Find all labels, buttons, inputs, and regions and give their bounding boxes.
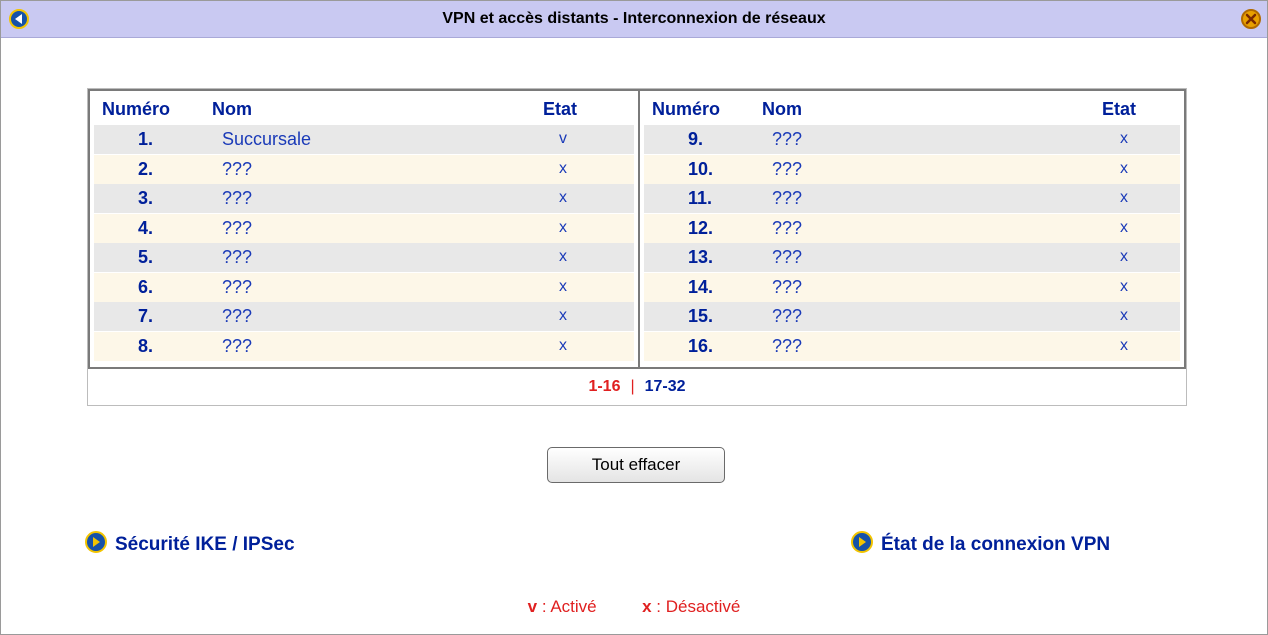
row-name[interactable]: ??? (772, 214, 802, 243)
legend: v : Activé x : Désactivé (1, 597, 1267, 617)
row-number: 4. (138, 217, 154, 238)
table-row[interactable]: 6.??? x (94, 272, 634, 302)
row-state: x (559, 189, 567, 206)
table-row[interactable]: 4.??? x (94, 213, 634, 243)
vpn-connections-panel: Numéro Nom Etat 1. Succursale v 2.??? x 3.???… (87, 88, 1187, 406)
column-header-name: Nom (212, 99, 252, 119)
row-name[interactable]: ??? (222, 273, 252, 302)
table-row[interactable]: 12.??? x (644, 213, 1180, 243)
page-separator: | (630, 378, 635, 395)
column-header-state: Etat (543, 99, 578, 119)
arrow-bullet-icon (851, 531, 873, 553)
legend-inactive-key: x (642, 597, 652, 616)
row-name[interactable]: ??? (222, 243, 252, 272)
row-name[interactable]: ??? (772, 332, 802, 361)
pagination: 1-16 | 17-32 (88, 369, 1186, 405)
table-row[interactable]: 9.??? x (644, 125, 1180, 154)
window-title: VPN et accès distants - Interconnexion d… (442, 10, 826, 27)
row-number: 16. (688, 335, 714, 356)
row-name[interactable]: ??? (222, 184, 252, 213)
row-state: x (1120, 248, 1128, 265)
row-name[interactable]: ??? (222, 214, 252, 243)
row-name[interactable]: ??? (222, 155, 252, 184)
row-number: 2. (138, 158, 154, 179)
table-row[interactable]: 14.??? x (644, 272, 1180, 302)
vpn-status-label: État de la connexion VPN (881, 534, 1111, 555)
vpn-status-link[interactable]: État de la connexion VPN (851, 531, 1110, 559)
window-frame: VPN et accès distants - Interconnexion d… (0, 0, 1268, 635)
close-icon[interactable] (1241, 9, 1261, 29)
column-header-number: Numéro (102, 99, 171, 119)
page-next-link[interactable]: 17-32 (645, 378, 686, 395)
row-number: 14. (688, 276, 714, 297)
row-state: x (559, 159, 567, 177)
row-number: 5. (138, 247, 154, 267)
table-row[interactable]: 11.??? x (644, 184, 1180, 213)
row-state: x (1120, 307, 1128, 324)
table-row[interactable]: 5.??? x (94, 243, 634, 272)
row-number: 3. (138, 188, 154, 208)
row-state: x (1120, 336, 1128, 354)
page-current-link[interactable]: 1-16 (588, 378, 620, 395)
row-name[interactable]: ??? (772, 155, 802, 184)
table-row[interactable]: 8.??? x (94, 331, 634, 361)
row-number: 13. (688, 247, 714, 267)
table-row[interactable]: 10.??? x (644, 154, 1180, 184)
table-row[interactable]: 1. Succursale v (94, 125, 634, 154)
clear-all-button[interactable]: Tout effacer (547, 447, 725, 483)
column-header-number: Numéro (652, 99, 721, 119)
legend-inactive-label: : Désactivé (656, 597, 741, 616)
row-number: 15. (688, 306, 714, 326)
row-name[interactable]: ??? (772, 243, 802, 272)
row-name[interactable]: ??? (772, 125, 802, 154)
row-state: x (1120, 189, 1128, 206)
row-state: x (559, 336, 567, 354)
row-state: x (559, 307, 567, 324)
table-row[interactable]: 16.??? x (644, 331, 1180, 361)
table-row[interactable]: 3.??? x (94, 184, 634, 213)
table-right-half: Numéro Nom Etat 9.??? x 10.??? x 11.??? x 12.?… (640, 91, 1184, 367)
table-row[interactable]: 2.??? x (94, 154, 634, 184)
row-name[interactable]: ??? (772, 302, 802, 331)
arrow-bullet-icon (85, 531, 107, 553)
row-state: x (1120, 277, 1128, 295)
row-number: 6. (138, 276, 154, 297)
row-state: x (559, 218, 567, 236)
legend-active-key: v (527, 597, 538, 616)
row-state: v (559, 130, 567, 147)
row-name[interactable]: ??? (222, 332, 252, 361)
row-state: x (1120, 159, 1128, 177)
legend-active-label: : Activé (541, 597, 597, 616)
row-number: 8. (138, 335, 154, 356)
row-state: x (1120, 130, 1128, 147)
title-bar: VPN et accès distants - Interconnexion d… (1, 1, 1267, 38)
row-number: 11. (688, 188, 713, 208)
row-state: x (559, 248, 567, 265)
row-state: x (559, 277, 567, 295)
row-number: 7. (138, 306, 154, 326)
vpn-connections-table: Numéro Nom Etat 1. Succursale v 2.??? x 3.???… (88, 89, 1186, 369)
table-row[interactable]: 15.??? x (644, 302, 1180, 331)
ike-security-link[interactable]: Sécurité IKE / IPSec (85, 531, 295, 559)
row-name[interactable]: Succursale (222, 125, 311, 154)
row-number: 10. (688, 158, 714, 179)
table-row[interactable]: 7.??? x (94, 302, 634, 331)
table-row[interactable]: 13.??? x (644, 243, 1180, 272)
column-header-state: Etat (1102, 99, 1137, 119)
row-name[interactable]: ??? (772, 273, 802, 302)
ike-security-label: Sécurité IKE / IPSec (115, 534, 295, 555)
row-name[interactable]: ??? (772, 184, 802, 213)
row-name[interactable]: ??? (222, 302, 252, 331)
row-number: 1. (138, 129, 154, 149)
column-header-name: Nom (762, 99, 802, 119)
row-state: x (1120, 218, 1128, 236)
row-number: 12. (688, 217, 714, 238)
row-number: 9. (688, 129, 704, 149)
table-left-half: Numéro Nom Etat 1. Succursale v 2.??? x 3.???… (90, 91, 640, 367)
